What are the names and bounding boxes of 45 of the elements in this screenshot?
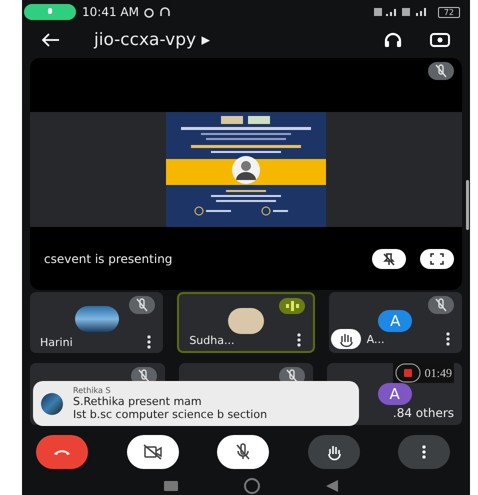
sender-avatar	[41, 392, 63, 414]
back-icon[interactable]	[42, 33, 60, 47]
switch-camera-icon[interactable]	[430, 32, 450, 48]
unpin-button[interactable]	[372, 248, 406, 268]
speaking-icon	[278, 298, 305, 314]
participant-tile[interactable]: Sudha...	[177, 292, 315, 353]
more-options-icon[interactable]	[446, 332, 450, 346]
participant-name: Harini	[40, 336, 73, 348]
alarm-icon	[142, 6, 155, 18]
phone-hangup-icon	[53, 448, 71, 456]
more-icon	[422, 445, 426, 459]
participant-tile[interactable]: A A...	[328, 292, 462, 353]
fullscreen-icon	[430, 252, 444, 264]
end-call-button[interactable]	[36, 435, 88, 469]
mic-toggle-button[interactable]	[217, 435, 269, 469]
message-text: Ist b.sc computer science b section	[73, 408, 268, 421]
camera-off-icon	[142, 444, 162, 460]
avatar-letter: A	[378, 310, 412, 332]
chat-notification[interactable]: Rethika S S.Rethika present mam Ist b.sc computer science b section	[33, 381, 359, 426]
avatar-photo	[228, 308, 264, 334]
raise-hand-button[interactable]	[308, 435, 360, 469]
more-options-icon[interactable]	[296, 333, 301, 347]
status-time: 10:41 AM	[82, 5, 139, 19]
avatar-letter: A	[378, 383, 412, 405]
headphones-icon	[158, 6, 171, 18]
sender-name: Rethika S	[73, 386, 112, 395]
headphones-icon[interactable]	[384, 32, 402, 48]
message-text: S.Rethika present mam	[73, 395, 203, 408]
more-options-icon[interactable]	[147, 335, 152, 349]
participant-name: Sudha...	[189, 334, 234, 346]
participant-name: A...	[366, 332, 384, 346]
camera-toggle-button[interactable]	[126, 435, 178, 469]
presenting-caption: csevent is presenting	[44, 252, 172, 266]
call-indicator[interactable]	[24, 4, 76, 20]
fullscreen-button[interactable]	[420, 248, 454, 268]
battery-level: 72	[438, 6, 460, 18]
recording-timer: 01:49	[424, 366, 452, 380]
meeting-code[interactable]: jio-ccxa-vpy ▸	[94, 30, 210, 50]
home-icon[interactable]	[242, 477, 261, 495]
scrollbar[interactable]	[466, 180, 469, 230]
participant-tile[interactable]: Harini	[30, 292, 164, 353]
recents-icon[interactable]	[164, 481, 178, 491]
mic-off-icon	[234, 443, 252, 461]
avatar-image	[74, 306, 119, 332]
pin-off-icon	[382, 252, 396, 266]
